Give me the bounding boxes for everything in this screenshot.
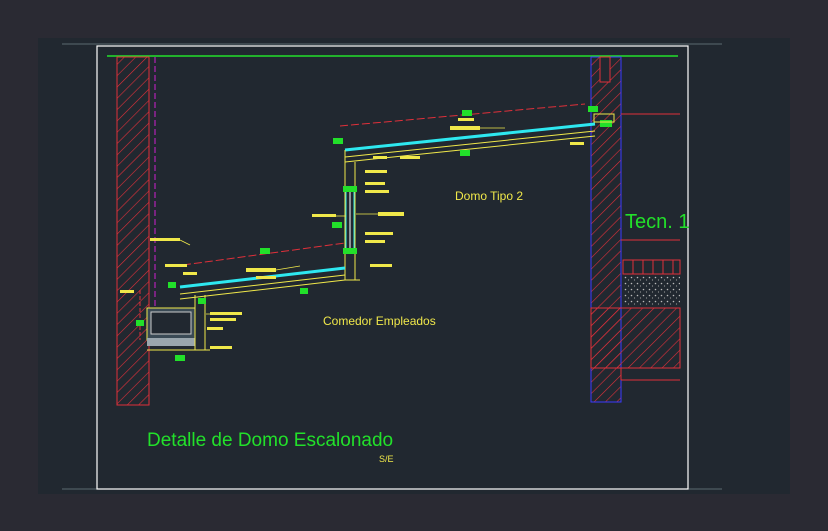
mid-anchor: [343, 248, 357, 254]
foundation-beam: [590, 307, 681, 369]
gravel-fill: [623, 276, 680, 306]
drawing-title: Detalle de Domo Escalonado: [147, 430, 394, 451]
room-label-comedor: Comedor Empleados: [323, 314, 436, 328]
room-label-tecn: Tecn. 1: [625, 211, 690, 233]
leader-lines: [179, 127, 505, 315]
left-wall: [116, 56, 156, 406]
upper-anchor: [343, 186, 357, 192]
cad-drawing[interactable]: [0, 0, 828, 531]
drawing-scale: S/E: [379, 454, 394, 464]
tile-strip: [622, 259, 681, 275]
room-label-domo: Domo Tipo 2: [455, 189, 524, 203]
